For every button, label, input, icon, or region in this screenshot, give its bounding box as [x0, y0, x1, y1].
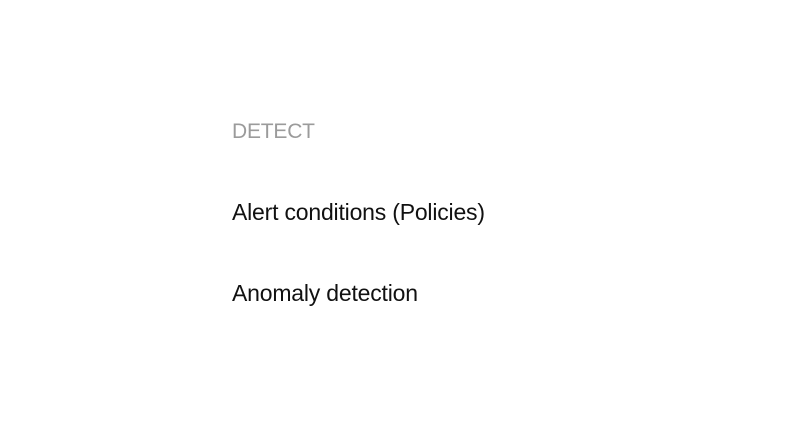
menu-item-alert-conditions[interactable]: Alert conditions (Policies)	[232, 197, 485, 227]
detect-menu-panel: DETECT Alert conditions (Policies) Anoma…	[0, 0, 806, 446]
section-heading-detect: DETECT	[232, 120, 315, 143]
menu-item-anomaly-detection[interactable]: Anomaly detection	[232, 278, 418, 308]
